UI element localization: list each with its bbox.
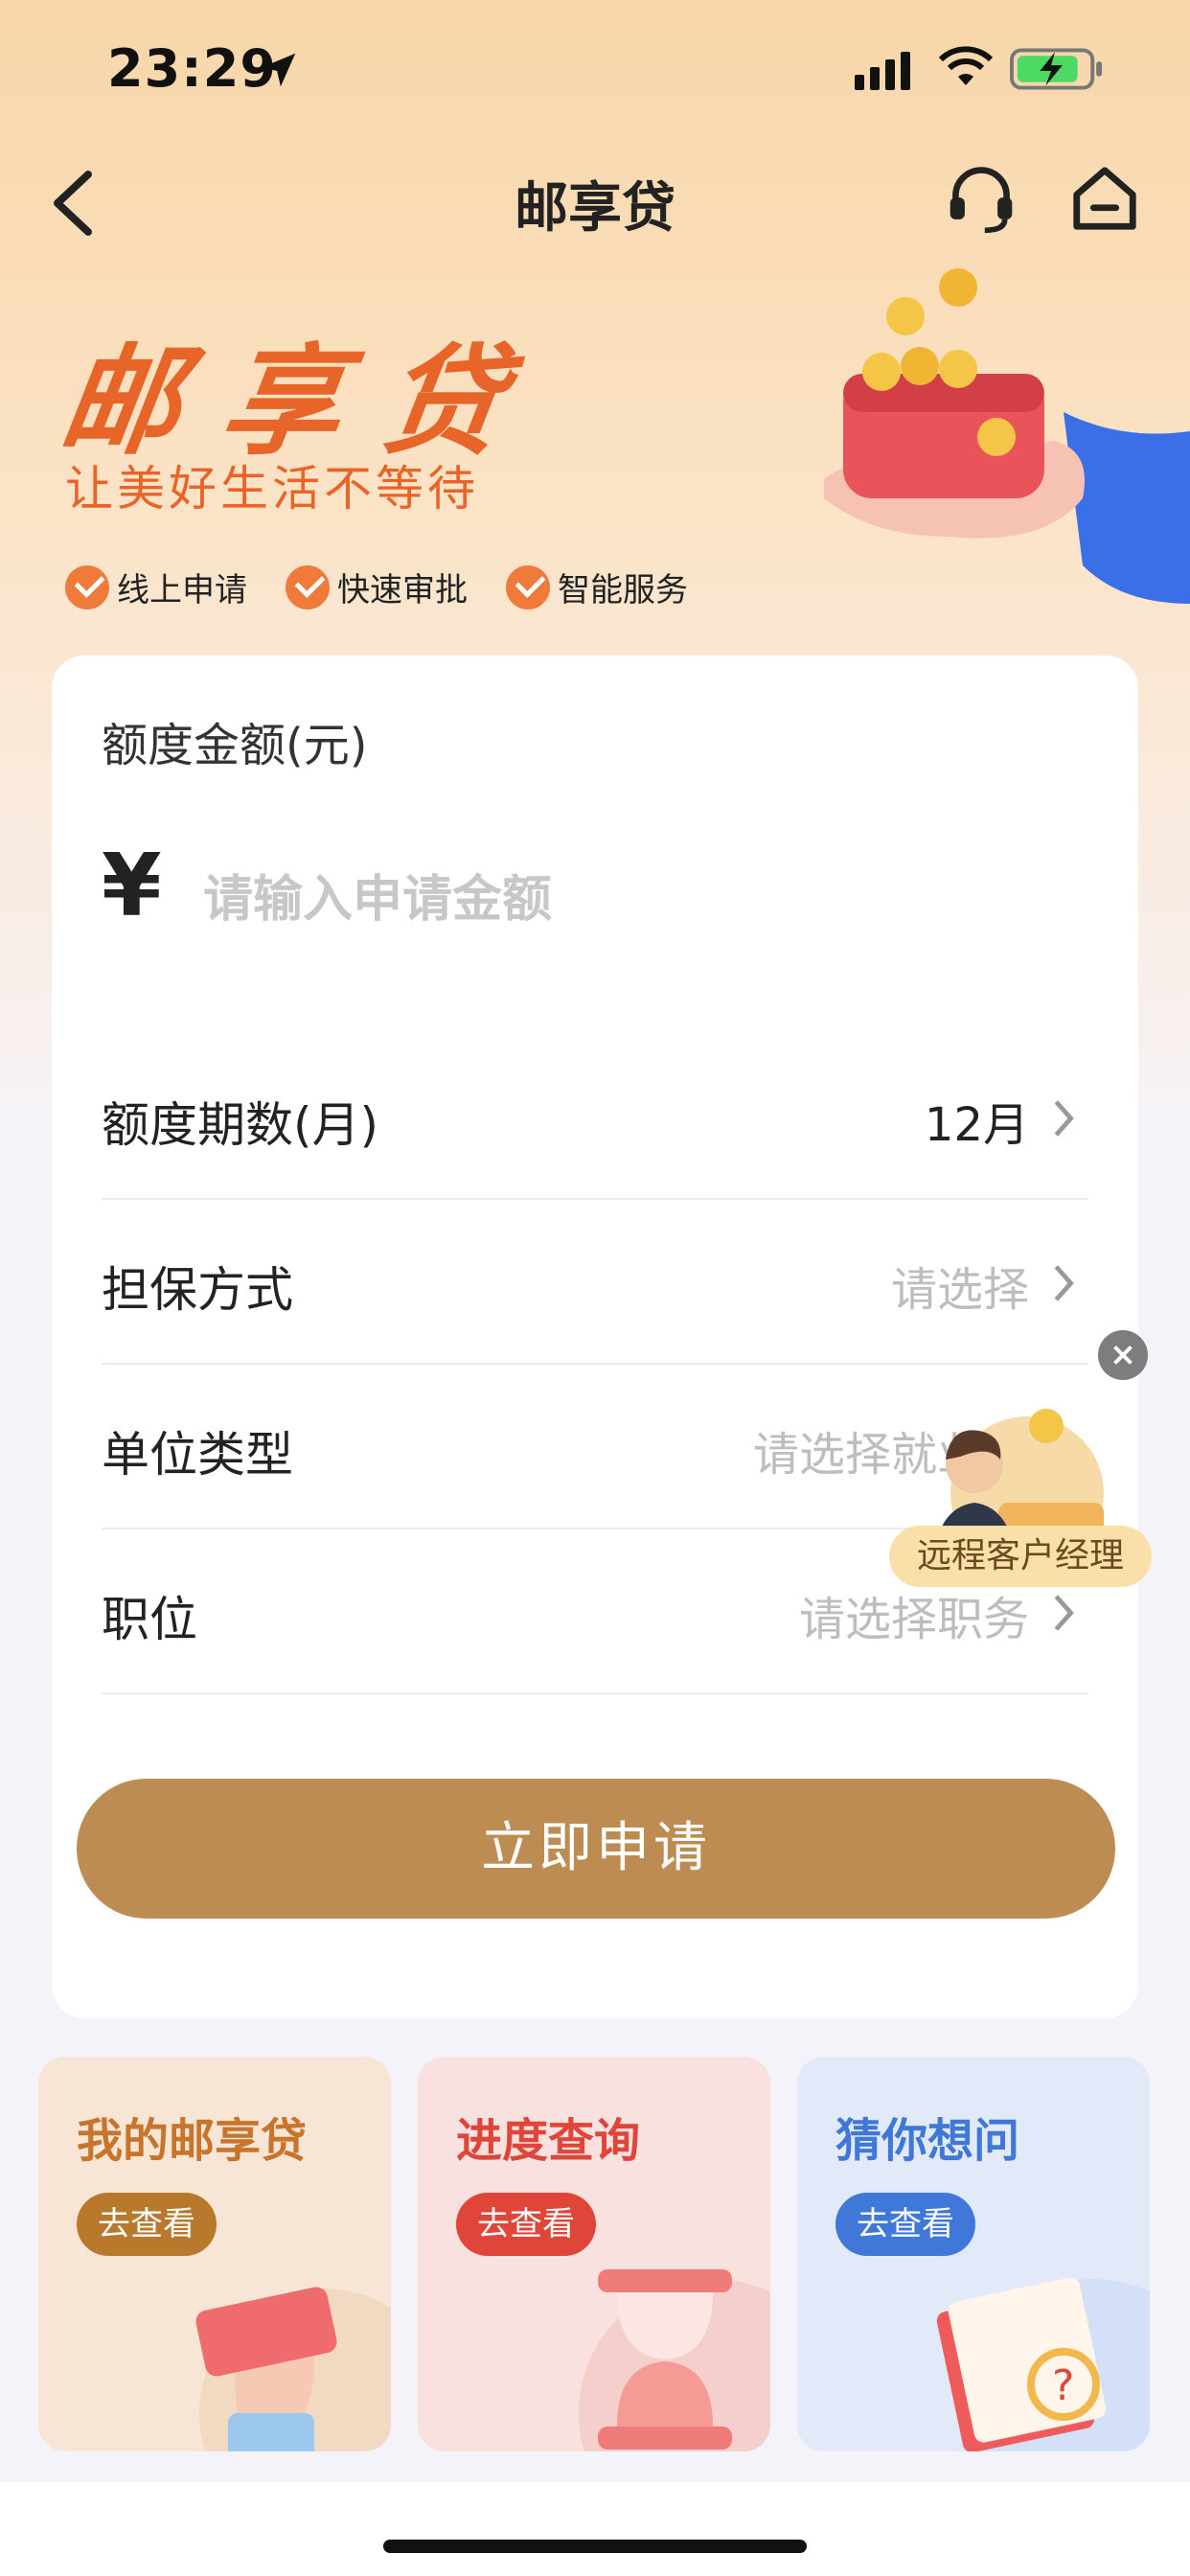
apply-button[interactable]: 立即申请 bbox=[77, 1779, 1115, 1919]
cellular-signal-icon bbox=[855, 52, 910, 90]
currency-symbol: ¥ bbox=[102, 836, 162, 936]
home-indicator[interactable] bbox=[383, 2540, 807, 2553]
status-time: 23:29 bbox=[107, 38, 277, 99]
status-bar: 23:29 bbox=[0, 0, 1190, 144]
wallet-coins-illustration bbox=[824, 268, 1190, 604]
hourglass-illustration bbox=[579, 2269, 770, 2451]
guarantee-label: 担保方式 bbox=[102, 1262, 293, 1318]
customer-service-headset-icon[interactable] bbox=[945, 163, 1018, 236]
position-value: 请选择职务 bbox=[798, 1593, 1029, 1646]
tile-progress-query[interactable]: 进度查询 去查看 bbox=[418, 2057, 770, 2451]
remote-manager-label[interactable]: 远程客户经理 bbox=[889, 1526, 1152, 1587]
check-icon bbox=[506, 564, 550, 610]
home-bar-area bbox=[0, 2482, 1190, 2576]
chevron-right-icon bbox=[1054, 1265, 1074, 1301]
employer-type-label: 单位类型 bbox=[102, 1427, 293, 1483]
tile-title: 我的邮享贷 bbox=[77, 2114, 308, 2168]
amount-input[interactable]: 请输入申请金额 bbox=[203, 859, 552, 931]
term-row[interactable]: 额度期数(月) 12月 bbox=[102, 1035, 1088, 1200]
amount-label: 额度金额(元) bbox=[102, 719, 368, 772]
hero-subtitle: 让美好生活不等待 bbox=[65, 461, 479, 517]
chevron-right-icon bbox=[1054, 1595, 1074, 1631]
position-label: 职位 bbox=[102, 1592, 197, 1647]
tile-title: 进度查询 bbox=[456, 2114, 641, 2168]
tile-title: 猜你想问 bbox=[835, 2114, 1020, 2168]
wifi-icon bbox=[938, 46, 994, 85]
svg-text:?: ? bbox=[1052, 2361, 1074, 2410]
feature-list: 线上申请 快速审批 智能服务 bbox=[65, 564, 688, 610]
battery-charging-icon bbox=[1010, 48, 1103, 90]
guarantee-row[interactable]: 担保方式 请选择 bbox=[102, 1200, 1088, 1365]
check-icon bbox=[286, 564, 330, 610]
feature-online-apply: 线上申请 bbox=[65, 564, 247, 610]
guarantee-value: 请选择 bbox=[890, 1263, 1029, 1317]
tile-my-loan[interactable]: 我的邮享贷 去查看 bbox=[38, 2057, 391, 2451]
document-question-illustration: ? bbox=[936, 2277, 1150, 2451]
check-icon bbox=[65, 564, 109, 610]
term-label: 额度期数(月) bbox=[102, 1097, 379, 1153]
feature-smart-service: 智能服务 bbox=[506, 564, 688, 610]
feature-fast-approval: 快速审批 bbox=[286, 564, 468, 610]
phone-in-hand-illustration bbox=[195, 2287, 391, 2451]
loan-form-card: 额度金额(元) ¥ 请输入申请金额 额度期数(月) 12月 担保方式 请选择 单… bbox=[52, 656, 1138, 2018]
home-icon[interactable] bbox=[1067, 161, 1142, 236]
term-value: 12月 bbox=[924, 1098, 1029, 1152]
chevron-right-icon bbox=[1054, 1100, 1074, 1137]
location-arrow-icon bbox=[262, 53, 296, 87]
close-icon[interactable] bbox=[1098, 1330, 1148, 1380]
tile-faq[interactable]: 猜你想问 去查看 ? bbox=[797, 2057, 1150, 2451]
